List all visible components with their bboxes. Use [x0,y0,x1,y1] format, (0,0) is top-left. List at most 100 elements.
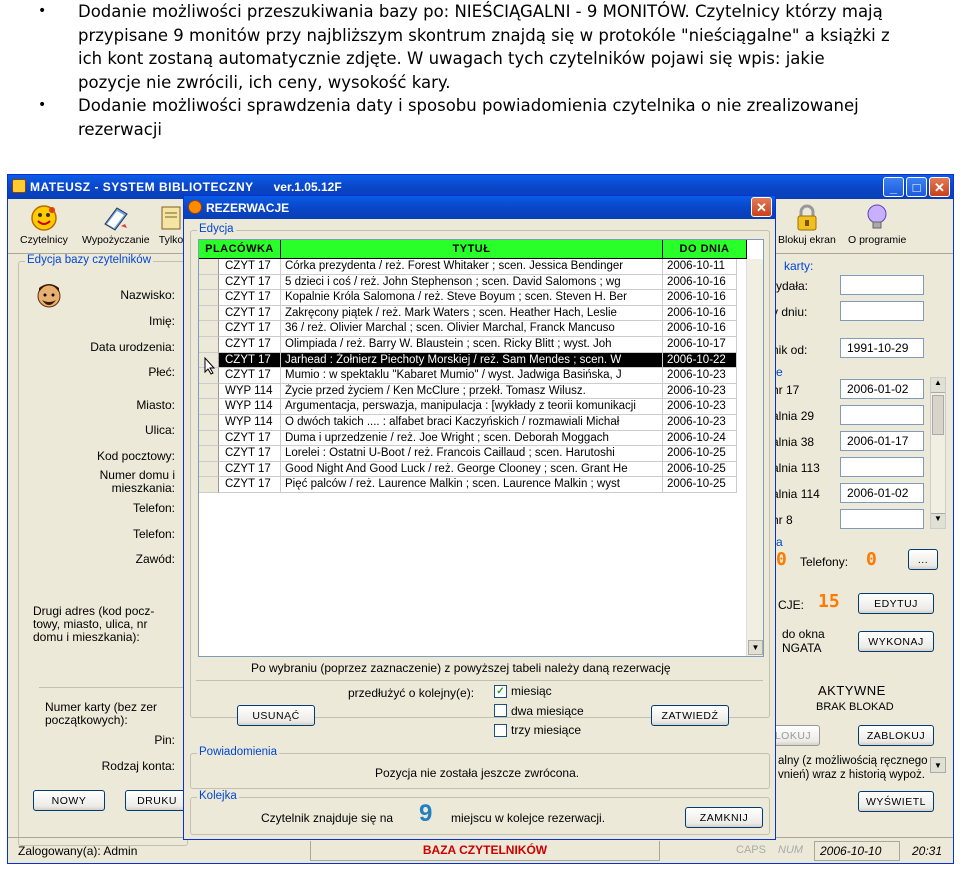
row-selector[interactable] [199,383,219,400]
toolbar-only-button[interactable]: Tylko [156,202,186,246]
column-header-due-date[interactable]: DO DNIA [663,240,747,259]
row-selector[interactable] [199,446,219,462]
close-button[interactable]: ✕ [929,177,950,197]
cell-branch: CZYT 17 [219,368,281,384]
branch-date[interactable] [840,509,924,529]
cell-title: Zakręcony piątek / reż. Mark Waters ; sc… [281,305,663,322]
table-row[interactable]: CZYT 17 Good Night And Good Luck / reż. G… [199,461,763,478]
toolbar-lending-button[interactable]: Wypożyczanie [82,202,150,246]
cell-due-date: 2006-10-22 [663,352,737,369]
table-row[interactable]: CZYT 17 Duma i uprzedzenie / reż. Joe Wri… [199,430,763,447]
maximize-button[interactable]: □ [906,177,927,197]
toolbar-about-button[interactable]: O programie [848,202,906,246]
minimize-button[interactable]: _ [883,177,904,197]
checkbox-icon[interactable] [494,723,507,737]
column-header-title[interactable]: TYTUŁ [281,240,663,259]
toolbar-lock-screen-button[interactable]: Blokuj ekran [778,202,836,246]
remove-button[interactable]: USUNĄĆ [237,705,315,726]
cell-branch: CZYT 17 [219,461,281,478]
edit-button[interactable]: EDYTUJ [858,593,934,614]
dialog-title: REZERWACJE [206,200,290,215]
branch-date[interactable]: 2006-01-17 [840,431,924,451]
phones-more-button[interactable]: ... [908,549,938,570]
table-row[interactable]: WYP 114 O dwóch takich .... : alfabet bra… [199,414,763,431]
bullet-1-line-3: ich kont zostaną automatycznie zdjęte. W… [78,49,825,68]
row-selector[interactable] [199,259,219,275]
table-row[interactable]: CZYT 17 Mumio : w spektaklu "Kabaret Mumi… [199,368,763,384]
scroll-down-arrow[interactable]: ▼ [931,513,945,528]
row-selector[interactable] [199,274,219,291]
table-row[interactable]: CZYT 17 Olimpiada / reż. Barry W. Blauste… [199,336,763,353]
reader-since-input[interactable]: 1991-10-29 [840,338,924,358]
extend-option-checkbox[interactable]: ✓ miesiąc [494,684,552,698]
dialog-close-button[interactable]: ✕ [751,197,772,217]
cell-due-date: 2006-10-11 [663,259,737,275]
branch-label: alnia 29 [772,409,815,423]
row-selector[interactable] [199,305,219,322]
phones-label: Telefony: [800,555,849,569]
app-version: ver.1.05.12F [273,180,342,194]
checkbox-icon[interactable] [494,704,507,717]
field-label-card-number: Numer karty (bez zer początkowych): [45,700,158,727]
table-row[interactable]: CZYT 17 Pięć palców / reż. Laurence Malki… [199,477,763,493]
execute-button[interactable]: WYKONAJ [858,631,934,652]
scroll-up-arrow[interactable]: ▲ [931,378,945,393]
extend-option-checkbox[interactable]: trzy miesiące [494,723,581,737]
table-scrollbar[interactable]: ▼ [746,259,763,656]
on-day-input[interactable] [840,301,924,321]
scroll-thumb[interactable] [932,395,944,435]
branch-label: alnia 113 [772,461,820,475]
print-button[interactable]: DRUKU [125,790,189,811]
toolbar-readers-button[interactable]: Czytelnicy [20,202,68,246]
branch-date[interactable]: 2006-01-02 [840,379,924,399]
table-row[interactable]: CZYT 17 Córka prezydenta / reż. Forest Wh… [199,259,763,275]
table-row[interactable]: CZYT 17 Zakręcony piątek / reż. Mark Wate… [199,305,763,322]
show-button[interactable]: WYŚWIETL [858,791,934,812]
table-row[interactable]: CZYT 17 36 / reż. Olivier Marchal ; scen.… [199,321,763,337]
status-time: 20:31 [912,844,943,858]
table-row[interactable]: CZYT 17 5 dzieci i coś / reż. John Stephe… [199,274,763,291]
column-header-branch[interactable]: PLACÓWKA [199,240,281,259]
table-row[interactable]: CZYT 17 Lorelei : Ostatni U-Boot / reż. F… [199,446,763,462]
row-selector[interactable] [199,321,219,337]
checkbox-icon[interactable]: ✓ [494,684,507,698]
table-row[interactable]: CZYT 17 Kopalnie Króla Salomona / reż. St… [199,290,763,306]
branch-date[interactable] [840,405,924,425]
field-label-account-type: Rodzaj konta: [101,759,175,773]
dialog-title-bar[interactable]: REZERWACJE ✕ [184,196,775,219]
row-selector[interactable] [199,399,219,415]
window-label-2: NGATA [782,641,822,655]
extend-option-label: dwa miesiące [511,703,584,718]
extend-option-checkbox[interactable]: dwa miesiące [494,704,584,718]
scroll-down-arrow[interactable]: ▼ [748,640,763,655]
table-row[interactable]: CZYT 17 Jarhead : Żołnierz Piechoty Morsk… [199,352,763,369]
cell-title: Argumentacja, perswazja, manipulacja : [… [281,399,663,415]
issued-input[interactable] [840,275,924,295]
confirm-button[interactable]: ZATWIEDŹ [651,705,729,726]
history-scroll-arrow[interactable]: ▼ [930,757,946,773]
edit-legend: Edycja [197,223,236,235]
history-text-2: vnień) wraz z historią wypoż. [778,769,925,781]
branch-label: alnia 38 [772,435,815,449]
field-label-lastname: Nazwisko: [120,288,175,302]
branch-list: hr 17 2006-01-02 alnia 29 alnia 38 2006-… [772,375,948,531]
row-selector[interactable] [199,477,219,493]
queue-text-after: miejscu w kolejce rezerwacji. [451,811,606,825]
row-selector[interactable] [199,336,219,353]
table-row[interactable]: WYP 114 Argumentacja, perswazja, manipula… [199,399,763,415]
new-button[interactable]: NOWY [33,790,105,811]
branch-scrollbar[interactable]: ▲ ▼ [930,377,946,529]
field-label-phone-1: Telefon: [132,501,175,515]
row-selector[interactable] [199,461,219,478]
phones-digit: 0 [866,549,877,570]
block-button[interactable]: ZABLOKUJ [858,725,934,746]
row-selector[interactable] [199,414,219,431]
branch-date[interactable] [840,457,924,477]
toolbar-label: Tylko [158,234,184,246]
close-dialog-button[interactable]: ZAMKNIJ [685,807,763,828]
row-selector[interactable] [199,290,219,306]
branch-date[interactable]: 2006-01-02 [840,483,924,503]
extend-option-label: miesiąc [511,684,552,698]
row-selector[interactable] [199,430,219,447]
table-row[interactable]: WYP 114 Życie przed życiem / Ken McClure … [199,383,763,400]
